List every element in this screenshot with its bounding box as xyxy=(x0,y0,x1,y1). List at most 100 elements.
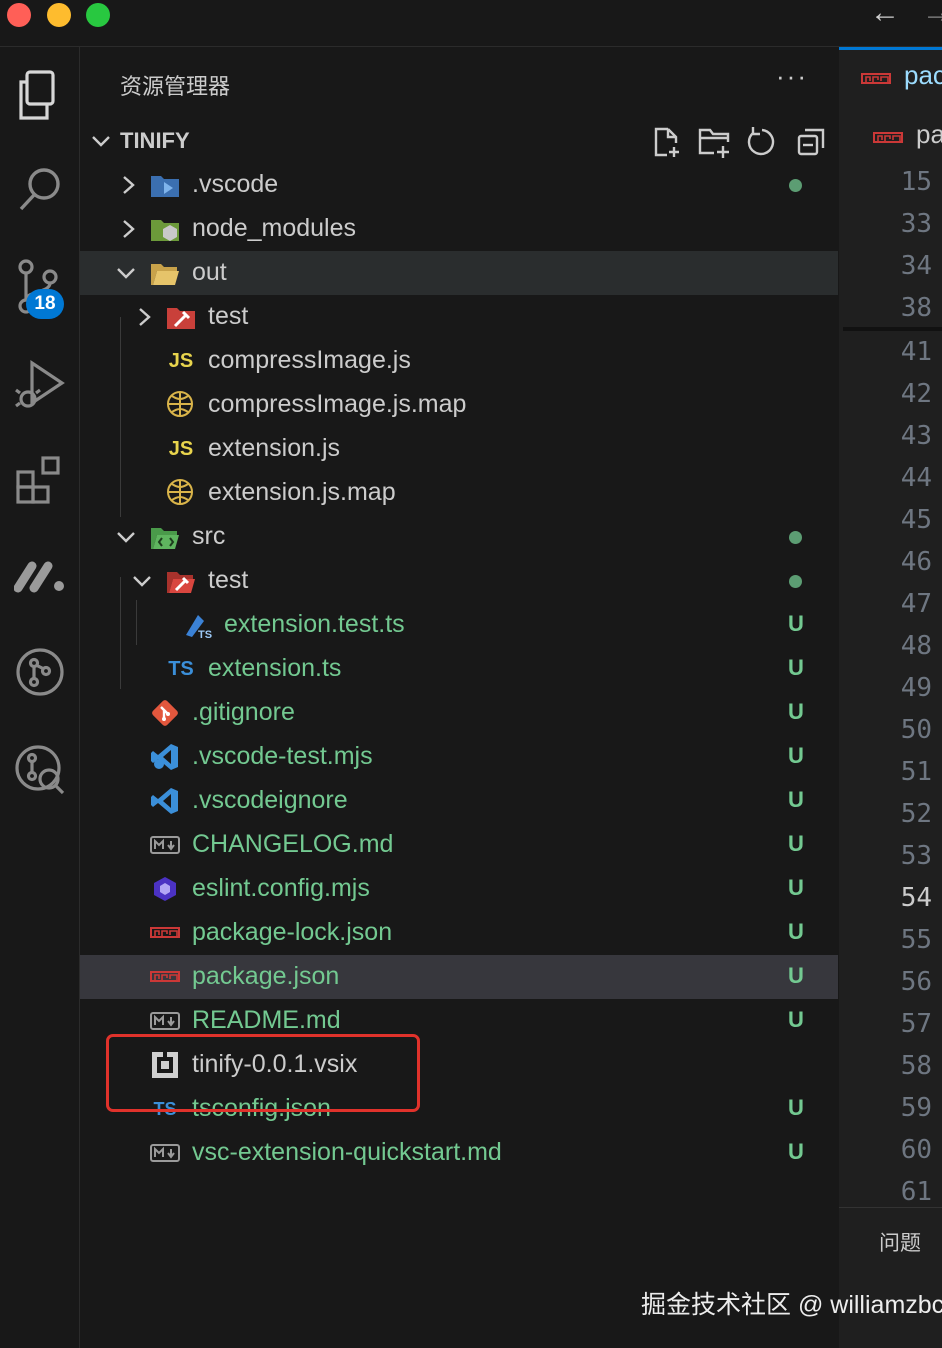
line-number: 61 xyxy=(900,1177,932,1207)
tree-item-label: node_modules xyxy=(192,214,357,242)
line-number: 54 xyxy=(900,883,932,913)
markdown-file-icon xyxy=(150,1007,180,1035)
vscode-file-icon xyxy=(150,743,180,771)
line-number: 46 xyxy=(900,547,932,577)
source-control-badge: 18 xyxy=(26,289,64,319)
untracked-status: U xyxy=(788,787,804,812)
tree-item-compressimage-js-map[interactable]: compressImage.js.map xyxy=(80,383,838,427)
untracked-status: U xyxy=(788,699,804,724)
tree-item-label: test xyxy=(208,302,249,330)
maximize-window-button[interactable] xyxy=(86,3,110,27)
problems-panel-tab[interactable]: 问题 xyxy=(879,1227,921,1257)
tree-item-label: extension.test.ts xyxy=(224,610,405,638)
refresh-icon[interactable] xyxy=(745,125,779,159)
extensions-icon[interactable] xyxy=(0,445,79,515)
line-number: 48 xyxy=(900,631,932,661)
javascript-file-icon: JS xyxy=(168,349,194,372)
tree-item-gitignore[interactable]: .gitignore U xyxy=(80,691,838,735)
tree-item-package-lock-json[interactable]: package-lock.json U xyxy=(80,911,838,955)
new-file-icon[interactable] xyxy=(650,125,684,159)
line-number: 43 xyxy=(900,421,932,451)
git-lens-icon[interactable] xyxy=(0,735,79,805)
tree-item-vscode-test-mjs[interactable]: .vscode-test.mjs U xyxy=(80,735,838,779)
chevron-down-icon xyxy=(133,576,151,587)
tree-item-out-folder[interactable]: out xyxy=(80,251,838,295)
close-window-button[interactable] xyxy=(7,3,31,27)
breadcrumb[interactable]: pa xyxy=(839,109,942,167)
js-map-file-icon xyxy=(166,479,196,507)
tree-item-label: test xyxy=(208,566,249,594)
tree-item-extension-js-map[interactable]: extension.js.map xyxy=(80,471,838,515)
untracked-status: U xyxy=(788,1095,804,1120)
tree-item-label: extension.js.map xyxy=(208,478,396,506)
test-folder-icon xyxy=(166,303,196,331)
untracked-status: U xyxy=(788,963,804,988)
search-icon[interactable] xyxy=(0,154,79,224)
line-number: 60 xyxy=(900,1135,932,1165)
markdown-file-icon xyxy=(150,1139,180,1167)
tree-item-src-folder[interactable]: src xyxy=(80,515,838,559)
line-number: 44 xyxy=(900,463,932,493)
collapse-all-icon[interactable] xyxy=(794,125,828,159)
tree-item-label: compressImage.js.map xyxy=(208,390,467,418)
tree-item-label: vsc-extension-quickstart.md xyxy=(192,1138,502,1166)
forward-arrow-icon[interactable]: → xyxy=(922,0,942,30)
open-folder-icon xyxy=(150,259,180,287)
tree-item-extension-ts[interactable]: TS extension.ts U xyxy=(80,647,838,691)
tree-item-label: README.md xyxy=(192,1006,341,1034)
modified-dot-icon xyxy=(789,179,802,192)
explorer-icon[interactable] xyxy=(0,60,79,130)
explorer-title: 资源管理器 xyxy=(120,74,231,99)
line-number: 59 xyxy=(900,1093,932,1123)
tree-item-label: eslint.config.mjs xyxy=(192,874,370,902)
folder-header[interactable]: TINIFY xyxy=(80,121,838,161)
tree-item-out-test-folder[interactable]: test xyxy=(80,295,838,339)
untracked-status: U xyxy=(788,831,804,856)
tree-item-vscode-folder[interactable]: .vscode xyxy=(80,163,838,207)
untracked-status: U xyxy=(788,611,804,636)
editor-tab[interactable]: pac xyxy=(839,47,942,108)
watermark-text: 掘金技术社区 @ williamzbc xyxy=(641,1291,942,1319)
tree-item-extension-js[interactable]: JS extension.js xyxy=(80,427,838,471)
tree-item-package-json[interactable]: package.json U xyxy=(80,955,838,999)
chevron-right-icon xyxy=(139,308,151,326)
line-number: 45 xyxy=(900,505,932,535)
back-arrow-icon[interactable]: ← xyxy=(870,0,900,30)
line-number: 52 xyxy=(900,799,932,829)
folder-name: TINIFY xyxy=(120,128,190,153)
tree-item-label: src xyxy=(192,522,226,550)
eslint-file-icon xyxy=(150,875,180,903)
tree-item-src-test-folder[interactable]: test xyxy=(80,559,838,603)
tree-item-label: extension.js xyxy=(208,434,341,462)
tree-item-eslint-config[interactable]: eslint.config.mjs U xyxy=(80,867,838,911)
minimize-window-button[interactable] xyxy=(47,3,71,27)
js-map-file-icon xyxy=(166,391,196,419)
tree-item-vscodeignore[interactable]: .vscodeignore U xyxy=(80,779,838,823)
new-folder-icon[interactable] xyxy=(697,125,731,159)
run-debug-icon[interactable] xyxy=(0,348,79,418)
javascript-file-icon: JS xyxy=(168,437,194,460)
monday-icon[interactable] xyxy=(0,541,79,611)
npm-file-icon xyxy=(873,132,903,143)
chevron-right-icon xyxy=(123,176,135,194)
modified-dot-icon xyxy=(789,531,802,544)
git-graph-icon[interactable] xyxy=(0,637,79,707)
line-number: 53 xyxy=(900,841,932,871)
npm-file-icon xyxy=(861,73,891,84)
tree-item-node-modules-folder[interactable]: node_modules xyxy=(80,207,838,251)
node-folder-icon xyxy=(150,215,180,243)
more-actions-button[interactable]: ··· xyxy=(776,61,808,92)
line-number: 15 xyxy=(900,167,932,197)
chevron-down-icon xyxy=(92,136,110,147)
tree-item-label: out xyxy=(192,258,227,286)
tree-item-label: .vscode xyxy=(192,170,279,198)
tree-item-label: .vscode-test.mjs xyxy=(192,742,373,770)
line-number: 38 xyxy=(900,293,932,323)
typescript-test-file-icon: TS xyxy=(182,611,212,639)
tab-label: pac xyxy=(904,60,942,90)
tree-item-compressimage-js[interactable]: JS compressImage.js xyxy=(80,339,838,383)
tree-item-changelog-md[interactable]: CHANGELOG.md U xyxy=(80,823,838,867)
markdown-file-icon xyxy=(150,831,180,859)
tree-item-quickstart-md[interactable]: vsc-extension-quickstart.md U xyxy=(80,1131,838,1175)
tree-item-extension-test-ts[interactable]: TS extension.test.ts U xyxy=(80,603,838,647)
